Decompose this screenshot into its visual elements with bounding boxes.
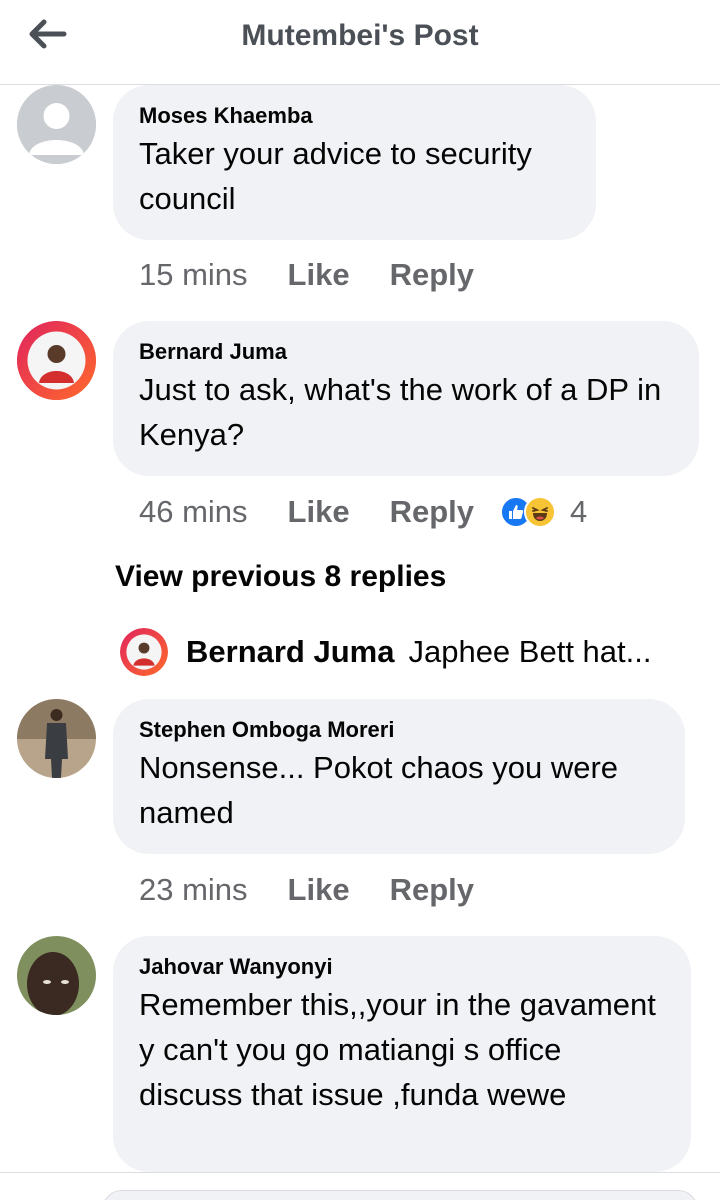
profile-photo-icon [17, 321, 96, 400]
default-profile-icon [17, 85, 96, 164]
comment-time[interactable]: 15 mins [139, 257, 248, 293]
comment-text: Remember this,,your in the gavament y ca… [139, 987, 656, 1112]
comment-input[interactable] [102, 1190, 698, 1200]
comment-text: Just to ask, what's the work of a DP in … [139, 372, 662, 452]
comment-bubble[interactable]: Jahovar Wanyonyi Remember this,,your in … [113, 936, 691, 1172]
avatar[interactable] [17, 85, 96, 164]
header: Mutembei's Post [0, 0, 720, 85]
like-button[interactable]: Like [288, 257, 350, 293]
comment-author[interactable]: Bernard Juma [139, 337, 673, 367]
haha-reaction-icon [524, 496, 556, 528]
comment-actions: 46 mins Like Reply 4 [139, 490, 587, 534]
reply-button[interactable]: Reply [390, 494, 474, 530]
comment-text: Nonsense... Pokot chaos you were named [139, 750, 619, 830]
comment-actions: 15 mins Like Reply [139, 253, 514, 297]
comment-time[interactable]: 46 mins [139, 494, 248, 530]
reply-button[interactable]: Reply [390, 872, 474, 908]
reply-preview[interactable]: Bernard Juma Japhee Bett hat... [120, 627, 651, 677]
like-button[interactable]: Like [288, 872, 350, 908]
reply-author: Bernard Juma [186, 634, 395, 669]
avatar[interactable] [17, 699, 96, 778]
like-button[interactable]: Like [288, 494, 350, 530]
comment-bubble[interactable]: Moses Khaemba Taker your advice to secur… [113, 85, 596, 240]
profile-photo-icon [120, 628, 168, 676]
profile-photo-icon [17, 699, 96, 778]
view-previous-replies-link[interactable]: View previous 8 replies [115, 560, 446, 594]
avatar [120, 628, 168, 676]
comment-author[interactable]: Stephen Omboga Moreri [139, 715, 659, 745]
avatar[interactable] [17, 321, 96, 400]
reply-button[interactable]: Reply [390, 257, 474, 293]
page-title: Mutembei's Post [241, 19, 479, 52]
comment-bubble[interactable]: Bernard Juma Just to ask, what's the wor… [113, 321, 699, 476]
reaction-count: 4 [570, 494, 588, 529]
comment-text: Taker your advice to security council [139, 136, 532, 216]
avatar[interactable] [17, 936, 96, 1015]
reply-snippet: Japhee Bett hat... [408, 634, 652, 669]
comment-time[interactable]: 23 mins [139, 872, 248, 908]
profile-photo-icon [17, 936, 96, 1015]
comment-bubble[interactable]: Stephen Omboga Moreri Nonsense... Pokot … [113, 699, 685, 854]
comment-actions: 23 mins Like Reply [139, 868, 514, 912]
reactions-summary[interactable]: 4 [500, 494, 587, 530]
comment-author[interactable]: Jahovar Wanyonyi [139, 952, 665, 982]
comment-author[interactable]: Moses Khaemba [139, 101, 570, 131]
